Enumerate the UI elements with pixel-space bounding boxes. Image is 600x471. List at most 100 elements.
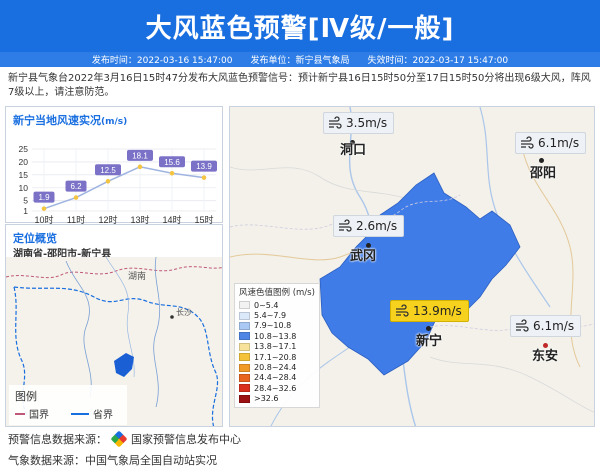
- wind-scale-label: 17.1~20.8: [254, 352, 297, 362]
- y-tick-label: 5: [23, 196, 28, 206]
- warning-source-label: 预警信息数据来源：: [8, 433, 107, 446]
- wind-speed-point[interactable]: [41, 206, 47, 211]
- callout-dongkou-value: 3.5m/s: [346, 116, 388, 130]
- city-shaoyang: 邵阳: [530, 166, 557, 181]
- warning-center-logo-icon: [110, 430, 128, 448]
- city-wugang: 武冈: [350, 249, 377, 264]
- wind-scale-legend: 风速色值图例 (m/s) 0~5.4 5.4~7.9 7.9~10.8 10.8~13…: [234, 283, 320, 408]
- value-label: 1.9: [38, 193, 50, 202]
- city-xinning: 新宁: [416, 334, 443, 349]
- wind-scale-item: 20.8~24.4: [239, 362, 315, 372]
- wind-scale-item: 13.8~17.1: [239, 342, 315, 352]
- wind-speed-point[interactable]: [105, 178, 111, 184]
- wind-scale-item: 5.4~7.9: [239, 310, 315, 320]
- callout-dongkou[interactable]: 3.5m/s: [323, 112, 395, 134]
- callout-shaoyang[interactable]: 6.1m/s: [515, 132, 587, 154]
- warning-meta-bar: 发布时间：2022-03-16 15:47:00 发布单位：新宁县气象局 失效时…: [0, 52, 600, 67]
- wind-scale-item: >32.6: [239, 394, 315, 404]
- changsha-dot: [170, 315, 174, 319]
- wind-scale-label: >32.6: [254, 394, 279, 404]
- wind-speed-panel: 新宁当地风速实况(m/s) 25 20 15 10 5 1 1.9 6.2 12.5 18.1 1…: [5, 106, 223, 225]
- wind-scale-label: 7.9~10.8: [254, 321, 292, 331]
- wind-icon: [521, 136, 534, 149]
- wind-speed-point[interactable]: [201, 175, 207, 180]
- wind-speed-point[interactable]: [169, 170, 175, 176]
- wind-scale-swatch: [239, 384, 250, 393]
- wind-scale-swatch: [239, 301, 250, 310]
- location-panel: 定位概览 湖南省-邵阳市-新宁县 湖南 长沙 图例 国界 省界: [5, 224, 223, 427]
- wind-speed-chart: 2520151051 1.96.212.518.115.6 13.9 10时 11时…: [19, 144, 217, 225]
- province-border-label: 省界: [93, 410, 113, 421]
- wind-scale-label: 10.8~13.8: [254, 331, 297, 341]
- wind-scale-title: 风速色值图例 (m/s): [239, 288, 315, 298]
- callout-shaoyang-value: 6.1m/s: [538, 136, 580, 150]
- wind-scale-item: 17.1~20.8: [239, 352, 315, 362]
- city-dongan: 东安: [532, 349, 559, 364]
- value-label: 18.1: [132, 151, 148, 160]
- overview-label-hunan: 湖南: [128, 270, 146, 281]
- wind-scale-swatch: [239, 342, 250, 351]
- wind-scale-label: 28.4~32.6: [254, 383, 297, 393]
- wind-scale-swatch: [239, 332, 250, 341]
- wind-scale-swatch: [239, 373, 250, 382]
- wind-icon: [339, 219, 352, 232]
- wind-scale-item: 0~5.4: [239, 300, 315, 310]
- wind-scale-swatch: [239, 311, 250, 320]
- value-label: 12.5: [100, 166, 116, 175]
- wind-scale-label: 0~5.4: [254, 300, 279, 310]
- legend-province-border: 省界: [71, 406, 113, 421]
- weather-source: 气象数据来源：中国气象局全国自动站实况: [8, 452, 217, 468]
- wind-scale-label: 5.4~7.9: [254, 311, 287, 321]
- publisher: 发布单位：新宁县气象局: [250, 56, 350, 66]
- wind-scale-item: 24.4~28.4: [239, 373, 315, 383]
- y-tick-label: 25: [19, 144, 29, 154]
- legend-title: 图例: [15, 390, 37, 403]
- wind-scale-label: 13.8~17.1: [254, 342, 297, 352]
- y-tick-label: 1: [23, 206, 28, 216]
- expire-time: 失效时间：2022-03-17 15:47:00: [367, 56, 509, 66]
- location-panel-title: 定位概览: [13, 232, 57, 245]
- wind-scale-item: 28.4~32.6: [239, 383, 315, 393]
- wind-icon: [516, 319, 529, 332]
- callout-xinning[interactable]: 13.9m/s: [390, 300, 469, 322]
- wind-warning-map[interactable]: 洞口 邵阳 武冈 新宁 东安 3.5m/s 6.1m/s 2.6m/s 13.9…: [229, 106, 595, 427]
- map-legend: 图例 国界 省界: [9, 385, 127, 425]
- y-tick-label: 10: [19, 183, 29, 193]
- y-tick-label: 15: [19, 170, 29, 180]
- value-label: 6.2: [70, 182, 82, 191]
- wind-scale-item: 7.9~10.8: [239, 321, 315, 331]
- publish-time: 发布时间：2022-03-16 15:47:00: [91, 56, 233, 66]
- wind-icon: [396, 304, 409, 317]
- callout-wugang[interactable]: 2.6m/s: [333, 215, 405, 237]
- wind-scale-label: 20.8~24.4: [254, 363, 297, 373]
- overview-label-changsha: 长沙: [176, 307, 192, 317]
- country-border-swatch: [15, 412, 25, 415]
- overview-map[interactable]: 湖南 长沙 图例 国界 省界: [6, 256, 222, 426]
- country-border-label: 国界: [29, 410, 49, 421]
- warning-header: 大风蓝色预警[Ⅳ级/一般]: [0, 0, 600, 52]
- wind-scale-label: 24.4~28.4: [254, 373, 297, 383]
- callout-wugang-value: 2.6m/s: [356, 219, 398, 233]
- wind-icon: [329, 116, 342, 129]
- warning-title: 大风蓝色预警[Ⅳ级/一般]: [145, 14, 455, 44]
- value-label: 13.9: [196, 162, 212, 171]
- callout-dongan-value: 6.1m/s: [533, 319, 575, 333]
- wind-scale-swatch: [239, 363, 250, 372]
- weather-source-text: 气象数据来源：中国气象局全国自动站实况: [8, 454, 217, 467]
- wind-scale-swatch: [239, 321, 250, 330]
- wind-scale-swatch: [239, 353, 250, 362]
- wind-speed-point[interactable]: [137, 164, 143, 170]
- city-dongkou: 洞口: [340, 143, 367, 158]
- wind-scale-item: 10.8~13.8: [239, 331, 315, 341]
- legend-country-border: 国界: [15, 406, 49, 421]
- wind-speed-point[interactable]: [73, 195, 79, 200]
- y-tick-label: 20: [19, 157, 29, 167]
- warning-source-org[interactable]: 国家预警信息发布中心: [131, 431, 241, 447]
- province-border-swatch: [71, 412, 89, 415]
- wind-scale-swatch: [239, 394, 250, 403]
- warning-source: 预警信息数据来源： 国家预警信息发布中心: [8, 430, 241, 448]
- callout-xinning-value: 13.9m/s: [413, 304, 462, 318]
- callout-dongan[interactable]: 6.1m/s: [510, 315, 582, 337]
- value-label: 15.6: [164, 158, 180, 167]
- warning-description: 新宁县气象台2022年3月16日15时47分发布大风蓝色预警信号：预计新宁县16…: [8, 73, 591, 98]
